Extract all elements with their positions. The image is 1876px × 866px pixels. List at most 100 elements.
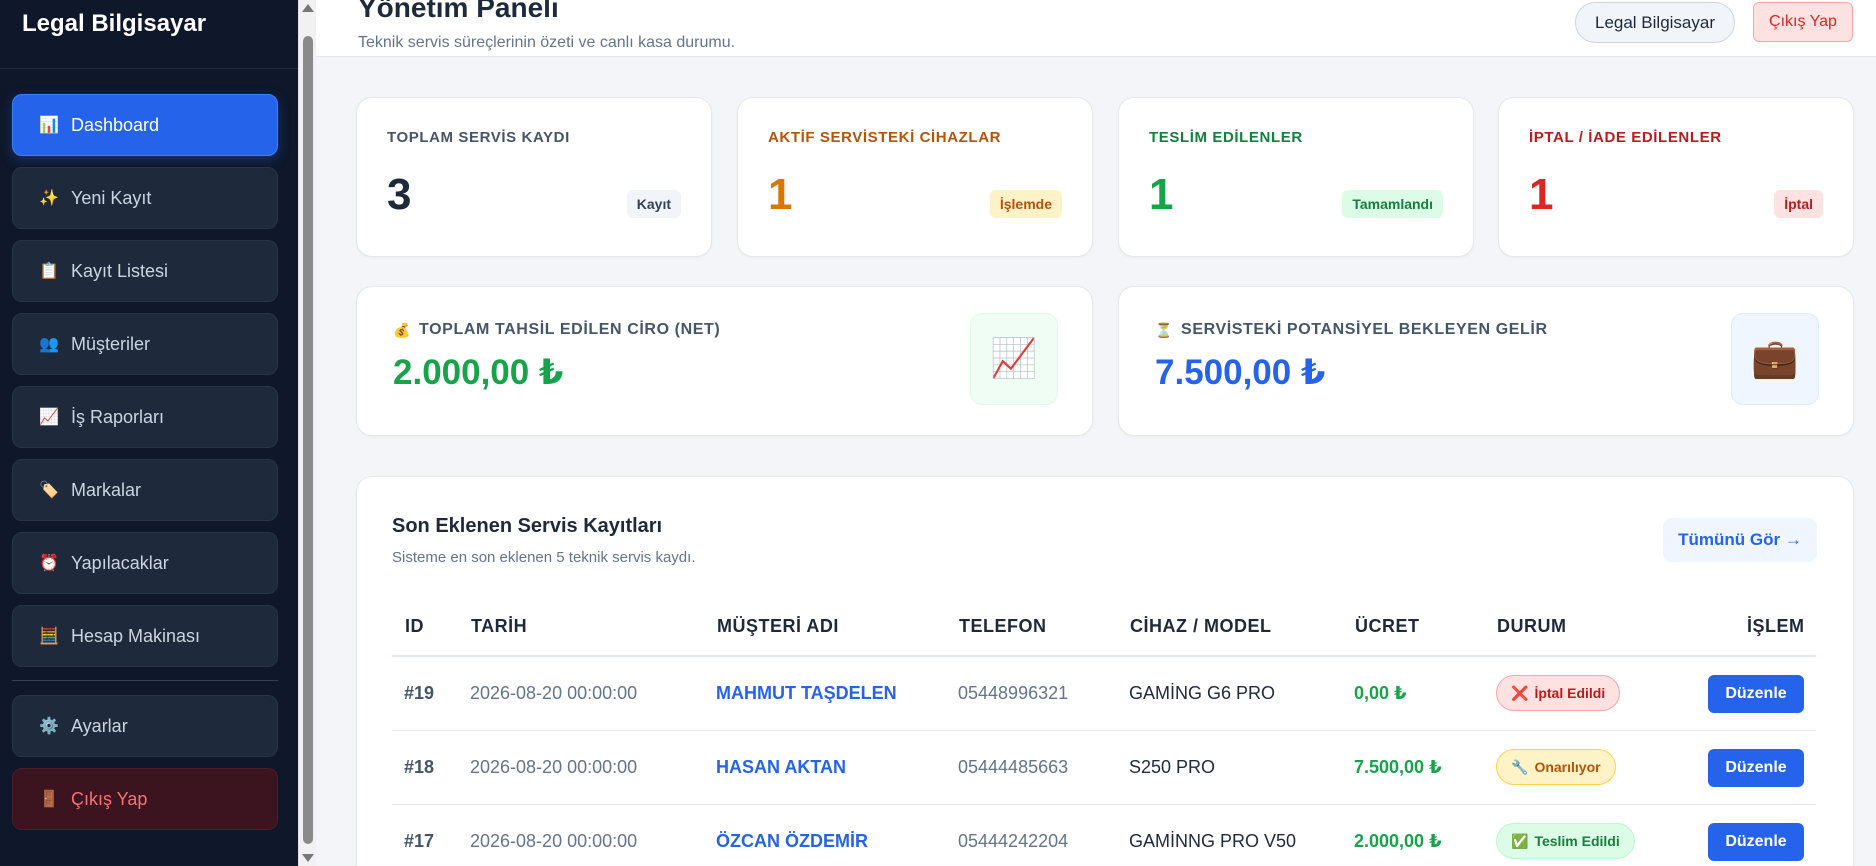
- gear-icon: ⚙️: [39, 718, 59, 735]
- revenue-value: 2.000,00 ₺: [393, 353, 564, 392]
- recent-records-title: Son Eklenen Servis Kayıtları: [392, 515, 663, 537]
- edit-button[interactable]: Düzenle: [1708, 749, 1804, 787]
- user-chip[interactable]: Legal Bilgisayar: [1575, 2, 1735, 43]
- row-date: 2026-08-20 00:00:00: [470, 757, 638, 777]
- scroll-thumb[interactable]: [303, 36, 313, 844]
- hourglass-icon: ⏳: [1155, 321, 1174, 338]
- stat-value: 3: [387, 170, 412, 219]
- header: Yönetim Paneli Teknik servis süreçlerini…: [316, 0, 1876, 57]
- row-customer-link[interactable]: ÖZCAN ÖZDEMİR: [716, 831, 868, 852]
- sidebar-item-label: İş Raporları: [71, 406, 165, 427]
- edit-button[interactable]: Düzenle: [1708, 823, 1804, 861]
- clipboard-icon: 📋: [39, 263, 59, 280]
- column-header-action: İŞLEM: [1747, 616, 1805, 636]
- sidebar-item-label: Yapılacaklar: [71, 552, 169, 573]
- pending-income-value: 7.500,00 ₺: [1155, 353, 1326, 392]
- row-customer-link[interactable]: HASAN AKTAN: [716, 757, 846, 778]
- sidebar-item-label: Markalar: [71, 479, 142, 500]
- door-icon: 🚪: [39, 791, 59, 808]
- chart-icon: 📊: [39, 117, 59, 134]
- row-device: GAMİNG G6 PRO: [1129, 683, 1276, 703]
- brand-title: Legal Bilgisayar: [22, 10, 207, 37]
- row-phone: 05444485663: [958, 757, 1069, 777]
- row-price: 7.500,00 ₺: [1354, 757, 1442, 777]
- sparkles-icon: ✨: [39, 190, 59, 207]
- sidebar-item-label: Dashboard: [71, 114, 160, 135]
- revenue-title-text: TOPLAM TAHSİL EDİLEN CİRO (NET): [419, 321, 721, 338]
- recent-records-subtitle: Sisteme en son eklenen 5 teknik servis k…: [392, 549, 696, 566]
- stat-card-total: TOPLAM SERVİS KAYDI 3 Kayıt: [356, 97, 712, 257]
- sidebar-item-label: Çıkış Yap: [71, 788, 148, 809]
- stat-title: TOPLAM SERVİS KAYDI: [387, 129, 570, 146]
- table-row: #18 2026-08-20 00:00:00 HASAN AKTAN 0544…: [392, 731, 1816, 805]
- stat-badge: Tamamlandı: [1342, 190, 1443, 218]
- page-title: Yönetim Paneli: [358, 0, 559, 23]
- stat-badge: İptal: [1774, 190, 1823, 218]
- stat-value: 1: [768, 170, 793, 219]
- revenue-title: 💰 TOPLAM TAHSİL EDİLEN CİRO (NET): [393, 321, 720, 339]
- calculator-icon: 🧮: [39, 628, 59, 645]
- check-mark-icon: ✅: [1511, 832, 1529, 849]
- status-label: İptal Edildi: [1534, 685, 1606, 701]
- column-header-device: CİHAZ / MODEL: [1130, 616, 1272, 636]
- sidebar-item-label: Müşteriler: [71, 333, 151, 354]
- page-subtitle: Teknik servis süreçlerinin özeti ve canl…: [358, 34, 736, 51]
- column-header-phone: TELEFON: [959, 616, 1047, 636]
- row-device: S250 PRO: [1129, 757, 1216, 777]
- row-price: 2.000,00 ₺: [1354, 831, 1442, 851]
- row-phone: 05444242204: [958, 831, 1069, 851]
- sidebar-item-dashboard[interactable]: 📊 Dashboard: [12, 94, 278, 156]
- sidebar-item-new-record[interactable]: ✨ Yeni Kayıt: [12, 167, 278, 229]
- stat-badge: İşlemde: [989, 190, 1062, 218]
- sidebar-item-calculator[interactable]: 🧮 Hesap Makinası: [12, 605, 278, 667]
- see-all-button[interactable]: Tümünü Gör →: [1663, 518, 1817, 562]
- chart-increasing-icon: 📈: [970, 313, 1058, 405]
- stat-card-cancelled: İPTAL / İADE EDİLENLER 1 İptal: [1498, 97, 1854, 257]
- cross-mark-icon: ❌: [1511, 684, 1529, 701]
- column-header-status: DURUM: [1497, 616, 1567, 636]
- money-bag-icon: 💰: [393, 321, 412, 338]
- revenue-card: 💰 TOPLAM TAHSİL EDİLEN CİRO (NET) 2.000,…: [356, 286, 1093, 436]
- briefcase-icon: 💼: [1731, 313, 1819, 405]
- row-id: #18: [404, 757, 435, 777]
- status-badge: ✅ Teslim Edildi: [1496, 823, 1635, 859]
- sidebar-item-settings[interactable]: ⚙️ Ayarlar: [12, 695, 278, 757]
- row-id: #19: [404, 683, 435, 703]
- column-header-date: TARİH: [471, 616, 528, 636]
- column-header-id: ID: [405, 616, 424, 636]
- status-badge: 🔧 Onarılıyor: [1496, 749, 1616, 785]
- sidebar-item-label: Hesap Makinası: [71, 625, 201, 646]
- scroll-up-arrow-icon[interactable]: [302, 4, 314, 12]
- stat-card-delivered: TESLİM EDİLENLER 1 Tamamlandı: [1118, 97, 1474, 257]
- sidebar-item-customers[interactable]: 👥 Müşteriler: [12, 313, 278, 375]
- status-badge: ❌ İptal Edildi: [1496, 675, 1621, 711]
- scroll-down-arrow-icon[interactable]: [302, 854, 314, 862]
- users-icon: 👥: [39, 336, 59, 353]
- tag-icon: 🏷️: [39, 482, 59, 499]
- column-header-price: ÜCRET: [1355, 616, 1420, 636]
- row-customer-link[interactable]: MAHMUT TAŞDELEN: [716, 683, 897, 704]
- sidebar-divider: [12, 680, 278, 681]
- sidebar-item-todos[interactable]: ⏰ Yapılacaklar: [12, 532, 278, 594]
- wrench-icon: 🔧: [1511, 758, 1529, 775]
- sidebar-item-reports[interactable]: 📈 İş Raporları: [12, 386, 278, 448]
- row-id: #17: [404, 831, 435, 851]
- sidebar-item-record-list[interactable]: 📋 Kayıt Listesi: [12, 240, 278, 302]
- sidebar-item-brands[interactable]: 🏷️ Markalar: [12, 459, 278, 521]
- sidebar: Legal Bilgisayar 📊 Dashboard ✨ Yeni Kayı…: [0, 0, 298, 866]
- stat-badge: Kayıt: [626, 190, 681, 218]
- sidebar-item-label: Yeni Kayıt: [71, 187, 152, 208]
- table-row: #17 2026-08-20 00:00:00 ÖZCAN ÖZDEMİR 05…: [392, 805, 1816, 866]
- row-phone: 05448996321: [958, 683, 1069, 703]
- edit-button[interactable]: Düzenle: [1708, 675, 1804, 713]
- row-date: 2026-08-20 00:00:00: [470, 831, 638, 851]
- row-price: 0,00 ₺: [1354, 683, 1407, 703]
- logout-button[interactable]: Çıkış Yap: [1753, 2, 1853, 42]
- stat-title: AKTİF SERVİSTEKİ CİHAZLAR: [768, 129, 1002, 146]
- recent-records-card: Son Eklenen Servis Kayıtları Sisteme en …: [356, 476, 1854, 866]
- sidebar-item-logout[interactable]: 🚪 Çıkış Yap: [12, 768, 278, 830]
- pending-income-card: ⏳ SERVİSTEKİ POTANSİYEL BEKLEYEN GELİR 7…: [1118, 286, 1854, 436]
- row-device: GAMİNNG PRO V50: [1129, 831, 1297, 851]
- trend-chart-icon: 📈: [39, 409, 59, 426]
- scrollbar[interactable]: [298, 0, 316, 866]
